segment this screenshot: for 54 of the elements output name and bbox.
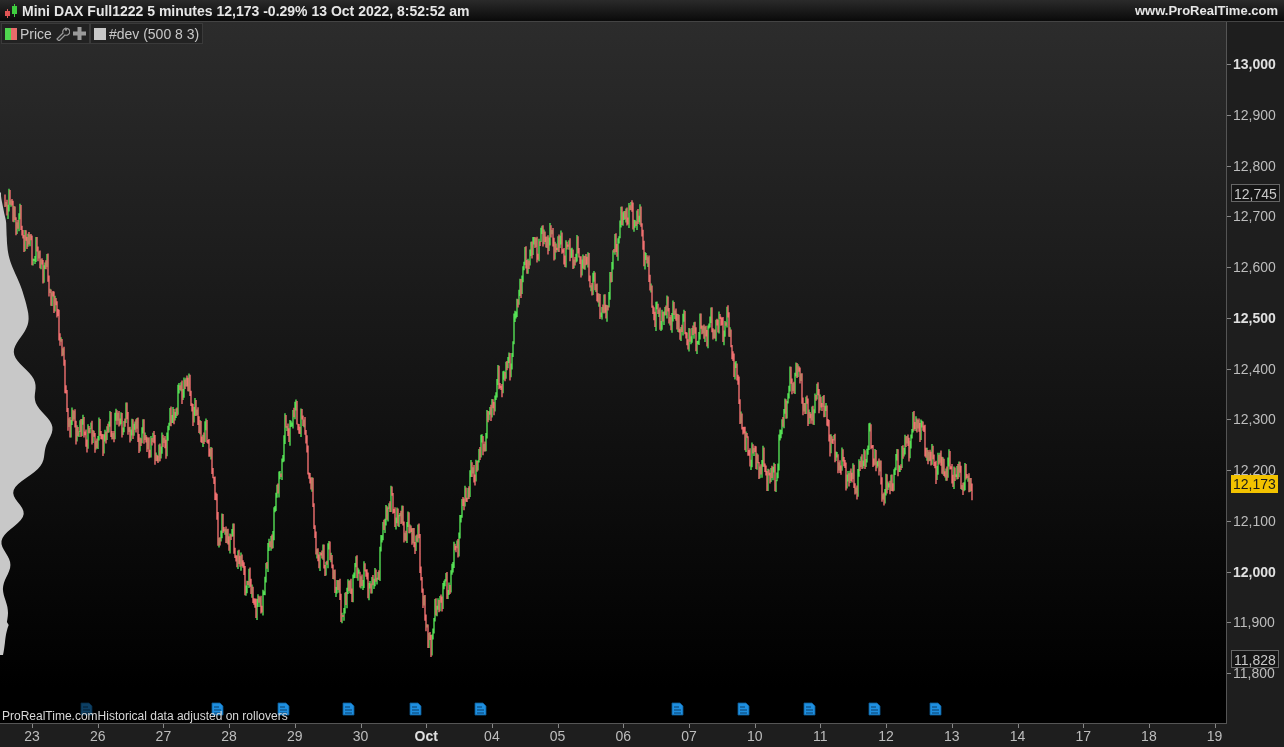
document-icon[interactable] <box>409 702 422 716</box>
date-label: 07 <box>680 728 698 744</box>
price-label: 12,100 <box>1233 512 1276 529</box>
legend-label[interactable]: Price <box>20 25 52 42</box>
price-label: 11,800 <box>1233 665 1275 681</box>
price-label: 11,900 <box>1233 614 1275 631</box>
last-price-label: 12,173 <box>1231 474 1278 493</box>
price-label: 12,700 <box>1233 208 1276 225</box>
document-icon[interactable] <box>803 702 816 716</box>
date-label: 19 <box>1205 728 1224 744</box>
price-extreme-label: 12,745 <box>1231 184 1280 203</box>
legend-item[interactable]: #dev (500 8 3) <box>89 23 204 44</box>
date-label: 04 <box>483 728 501 744</box>
date-label: 29 <box>286 728 304 744</box>
document-icon[interactable] <box>342 702 355 716</box>
date-label: 12 <box>877 728 895 744</box>
legend-item[interactable]: Price <box>1 23 90 44</box>
wrench-icon[interactable] <box>54 26 70 41</box>
document-icon[interactable] <box>868 702 881 716</box>
price-label: 12,400 <box>1233 360 1276 377</box>
price-extreme-label: 11,828 <box>1231 649 1279 668</box>
price-label: 12,600 <box>1233 259 1276 275</box>
document-icon[interactable] <box>929 702 942 716</box>
date-label: 06 <box>614 728 633 744</box>
document-icon[interactable] <box>671 702 684 716</box>
price-label: 12,300 <box>1233 411 1276 428</box>
data-note: ProRealTime.comHistorical data adjusted on rollovers <box>2 709 288 723</box>
price-label: 12,500 <box>1233 309 1276 326</box>
date-label: 30 <box>351 728 370 744</box>
plus-icon[interactable] <box>72 27 86 40</box>
price-swatch-icon <box>5 27 17 40</box>
date-label: 10 <box>745 728 764 744</box>
date-label: 05 <box>548 728 567 744</box>
date-label: 18 <box>1140 728 1158 744</box>
price-label: 13,000 <box>1233 56 1276 72</box>
document-icon[interactable] <box>737 702 750 716</box>
candlestick-icon <box>4 2 18 19</box>
date-label: 23 <box>23 728 41 744</box>
price-label: 12,800 <box>1233 157 1276 174</box>
date-label: 17 <box>1074 728 1092 744</box>
date-label: Oct <box>413 728 439 744</box>
date-label: 27 <box>154 728 173 744</box>
date-label: 26 <box>88 728 107 744</box>
date-label: 13 <box>943 728 961 744</box>
date-label: 11 <box>812 728 829 744</box>
chart-title: Mini DAX Full1222 5 minutes 12,173 -0.29% 13 Oct 2022, 8:52:52 am <box>22 2 470 19</box>
price-label: 12,000 <box>1233 563 1276 580</box>
legend-label[interactable]: #dev (500 8 3) <box>108 25 200 42</box>
website-link[interactable]: www.ProRealTime.com <box>1134 3 1278 18</box>
date-label: 14 <box>1008 728 1027 744</box>
date-label: 28 <box>220 728 238 744</box>
indicator-swatch-icon <box>93 27 106 40</box>
document-icon[interactable] <box>474 702 487 716</box>
price-label: 12,900 <box>1233 106 1276 123</box>
